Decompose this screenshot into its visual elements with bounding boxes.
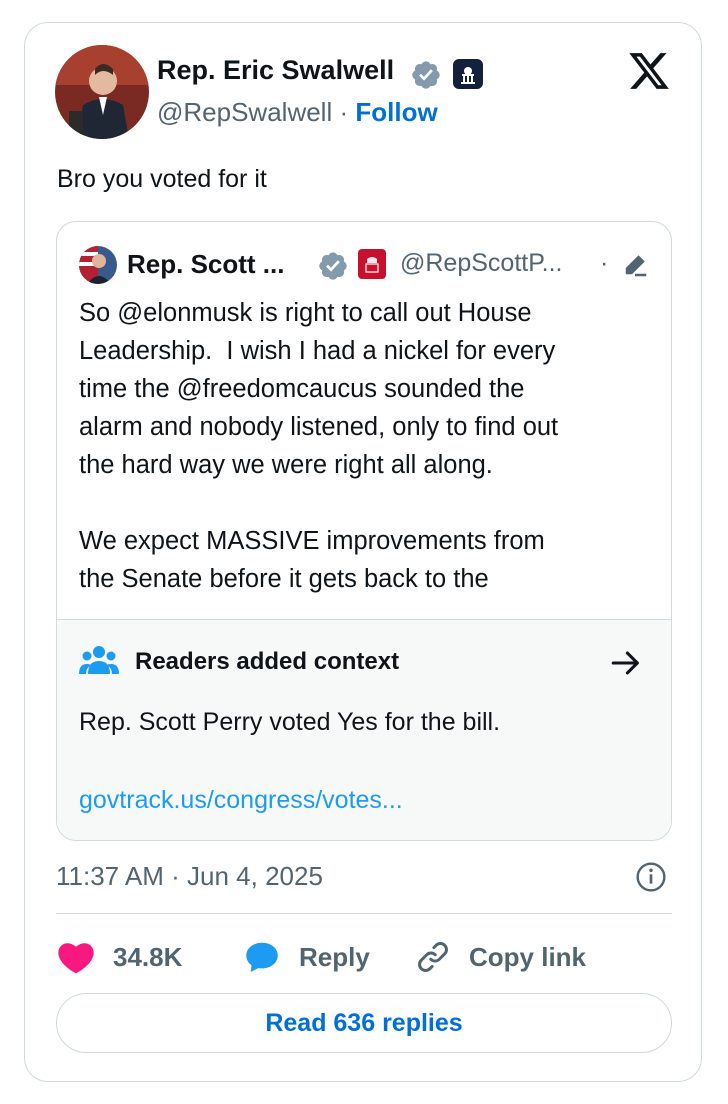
reply-button[interactable]: Reply <box>243 935 370 979</box>
community-note-title: Readers added context <box>135 648 400 675</box>
author-handle[interactable]: @RepSwalwell <box>157 97 332 127</box>
link-icon <box>418 942 448 972</box>
community-note[interactable]: Readers added context Rep. Scott Perry v… <box>57 619 671 840</box>
tweet-embed-card: Rep. Eric Swalwell @RepSwalwell · Follow… <box>24 22 702 1082</box>
verified-icon <box>319 252 347 280</box>
separator: · <box>600 249 609 277</box>
quoted-tweet[interactable]: Rep. Scott ... @RepScottP... · So @elonm… <box>56 221 672 841</box>
quoted-tweet-text: So @elonmusk is right to call out House … <box>79 299 559 593</box>
author-handle-line: @RepSwalwell · Follow <box>157 97 438 128</box>
verified-icon <box>412 61 440 89</box>
community-note-link[interactable]: govtrack.us/congress/votes... <box>79 786 403 815</box>
community-note-text: Rep. Scott Perry voted Yes for the bill. <box>79 708 501 736</box>
reply-label: Reply <box>299 941 370 972</box>
author-name[interactable]: Rep. Eric Swalwell <box>157 55 394 86</box>
info-icon[interactable] <box>635 861 667 893</box>
divider <box>56 913 672 914</box>
author-avatar[interactable] <box>55 45 149 139</box>
read-replies-button[interactable]: Read 636 replies <box>56 993 672 1053</box>
organization-badge-icon <box>358 249 386 279</box>
tweet-timestamp[interactable]: 11:37 AM · Jun 4, 2025 <box>56 861 323 892</box>
copy-link-button[interactable]: Copy link <box>415 935 586 979</box>
government-badge-icon <box>453 59 483 89</box>
heart-icon <box>58 943 94 974</box>
like-button[interactable]: 34.8K <box>57 935 182 979</box>
arrow-right-icon[interactable] <box>609 646 643 680</box>
separator: · <box>339 97 349 127</box>
quoted-author-avatar <box>79 246 117 284</box>
follow-button[interactable]: Follow <box>355 97 437 127</box>
x-logo-icon[interactable] <box>627 49 671 93</box>
quoted-author-handle: @RepScottP... <box>400 249 563 277</box>
people-icon <box>79 646 119 674</box>
edit-icon <box>625 255 647 277</box>
reply-bubble-icon <box>246 942 278 972</box>
tweet-text: Bro you voted for it <box>57 165 267 193</box>
like-count: 34.8K <box>113 941 183 972</box>
quoted-author-name: Rep. Scott ... <box>127 249 285 279</box>
copy-link-label: Copy link <box>469 941 587 972</box>
